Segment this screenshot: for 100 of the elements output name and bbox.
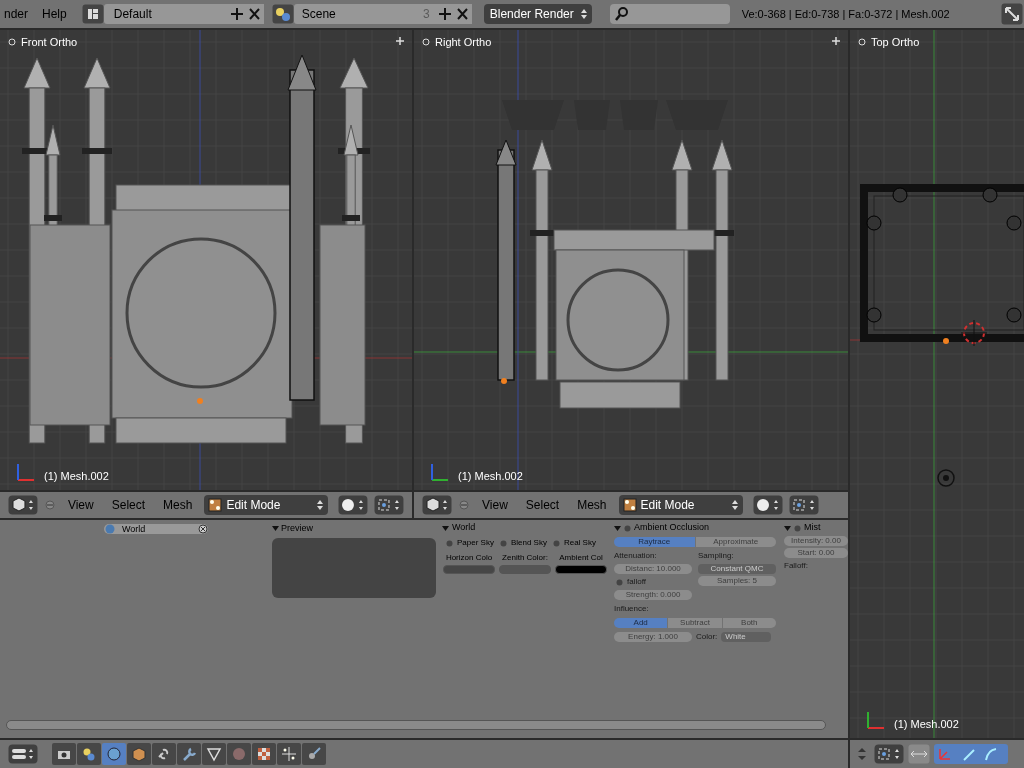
lamp-icon	[937, 469, 955, 487]
chain-link-icon[interactable]	[152, 743, 176, 765]
mode-dropdown[interactable]: Edit Mode	[204, 495, 329, 515]
menu-item[interactable]: nder	[0, 5, 34, 23]
toggle-button[interactable]: Raytrace	[614, 537, 695, 547]
menu-item[interactable]: Mesh	[571, 496, 613, 514]
collapse-icon[interactable]	[458, 499, 470, 511]
expand-triangle-icon[interactable]	[614, 524, 621, 532]
view-options-icon[interactable]	[422, 38, 430, 47]
transform-manipulator-icon[interactable]	[934, 744, 1008, 764]
sampling-dropdown[interactable]: Constant QMC	[698, 564, 776, 574]
panel-title[interactable]: Preview	[281, 522, 313, 536]
viewport-title: Front Ortho	[21, 35, 78, 50]
view-options-icon[interactable]	[8, 38, 16, 47]
field-label: Color:	[696, 631, 718, 643]
pivot-icon[interactable]	[788, 495, 819, 515]
color-label: Horizon Colo	[445, 552, 493, 564]
option-label: Blend Sky	[510, 537, 547, 549]
sparkle-icon[interactable]	[277, 743, 301, 765]
object-label: (1) Mesh.002	[44, 468, 109, 484]
expand-triangle-icon[interactable]	[784, 524, 791, 532]
viewport[interactable]: Top Ortho (1) Mesh.002	[850, 30, 1024, 738]
color-swatch[interactable]	[499, 565, 551, 574]
updown-arrows-icon	[579, 8, 588, 20]
field-label: Falloff:	[784, 560, 809, 572]
edit-mode-icon	[622, 498, 637, 512]
panel-title[interactable]: World	[452, 521, 476, 535]
option-label: Paper Sky	[457, 537, 494, 549]
field[interactable]: Energy: 1.000	[614, 632, 692, 642]
menu-item[interactable]: Help	[37, 5, 72, 23]
cube-icon[interactable]	[127, 743, 151, 765]
user-count: 3	[423, 6, 431, 23]
panel-title[interactable]: Ambient Occlusion	[634, 521, 710, 535]
world-datablock-field[interactable]: World	[104, 524, 208, 534]
expand-triangle-icon[interactable]	[272, 525, 279, 533]
collapse-icon[interactable]	[43, 499, 56, 511]
toggle-checkbox[interactable]	[624, 524, 631, 532]
section-label: Influence:	[614, 603, 650, 615]
manipulator-icon[interactable]	[908, 744, 930, 764]
pivot-icon[interactable]	[374, 495, 404, 515]
toggle-button[interactable]: Subtract	[668, 618, 722, 628]
scene-icon[interactable]	[271, 4, 294, 24]
world-icon	[104, 524, 116, 534]
close-icon[interactable]	[198, 524, 208, 534]
menu-item[interactable]: Mesh	[157, 496, 199, 514]
mode-dropdown[interactable]: Edit Mode	[618, 495, 743, 515]
scene-stats: Ve:0-368 | Ed:0-738 | Fa:0-372 | Mesh.002	[741, 6, 950, 22]
option-label: falloff	[627, 576, 646, 588]
field[interactable]: Distanc: 10.000	[614, 564, 692, 574]
horizontal-scrollbar[interactable]	[6, 720, 826, 730]
object-label: (1) Mesh.002	[458, 468, 523, 484]
updown-arrows-icon	[316, 499, 325, 511]
wrench-icon[interactable]	[177, 743, 201, 765]
toggle-button[interactable]: Both	[722, 618, 776, 628]
updown-arrows-icon	[730, 499, 739, 511]
menu-item[interactable]: Select	[519, 496, 566, 514]
section-label: Attenuation:	[614, 550, 658, 562]
shading-icon[interactable]	[752, 495, 783, 515]
viewport[interactable]: Right Ortho (1) Mesh.002	[414, 30, 848, 490]
toggle-checkbox[interactable]	[794, 524, 801, 532]
editor-type-icon[interactable]	[422, 495, 452, 515]
search-field[interactable]	[609, 4, 730, 24]
field[interactable]: Samples: 5	[698, 576, 776, 586]
edit-mode-icon	[208, 498, 223, 512]
render-engine-dropdown[interactable]: Blender Render	[483, 4, 592, 24]
toggle-button[interactable]: Add	[614, 618, 668, 628]
scene-field[interactable]: Scene 3	[293, 4, 472, 24]
radio-checkbox[interactable]	[552, 539, 560, 547]
editor-type-icon[interactable]	[8, 495, 38, 515]
triangle-mesh-icon[interactable]	[202, 743, 226, 765]
field[interactable]: Start: 0.00	[784, 548, 848, 558]
pivot-icon[interactable]	[874, 744, 904, 764]
radio-checkbox[interactable]	[616, 578, 623, 586]
menu-item[interactable]: View	[61, 496, 100, 514]
plus-icon[interactable]	[832, 37, 840, 45]
section-label: Sampling:	[698, 550, 735, 562]
expand-triangle-icon[interactable]	[442, 524, 449, 532]
screen-layout-icon[interactable]	[81, 4, 104, 24]
view-options-icon[interactable]	[858, 38, 866, 47]
color-swatch[interactable]	[443, 565, 495, 574]
layout-field[interactable]: Default	[103, 4, 264, 24]
color-label: Zenith Color:	[502, 552, 548, 564]
shading-icon[interactable]	[338, 495, 369, 515]
plus-icon[interactable]	[396, 37, 404, 45]
color-dropdown[interactable]: White	[721, 632, 772, 642]
editor-type-icon[interactable]	[8, 744, 38, 764]
orbit-icon[interactable]	[302, 743, 326, 765]
scene-icon[interactable]	[77, 743, 101, 765]
world-icon[interactable]	[102, 743, 126, 765]
menu-item[interactable]: Select	[105, 496, 152, 514]
viewport[interactable]: Front Ortho (1) Mesh.002	[0, 30, 412, 490]
toggle-button[interactable]: Approximate	[695, 537, 776, 547]
radio-checkbox[interactable]	[499, 539, 507, 547]
camera-icon[interactable]	[52, 743, 76, 765]
fullscreen-icon[interactable]	[1001, 3, 1023, 25]
panel-title[interactable]: Mist	[804, 522, 821, 535]
radio-checkbox[interactable]	[446, 539, 453, 547]
menu-item[interactable]: View	[476, 496, 514, 514]
checkerboard-icon[interactable]	[252, 743, 276, 765]
color-swatch[interactable]	[555, 565, 607, 574]
